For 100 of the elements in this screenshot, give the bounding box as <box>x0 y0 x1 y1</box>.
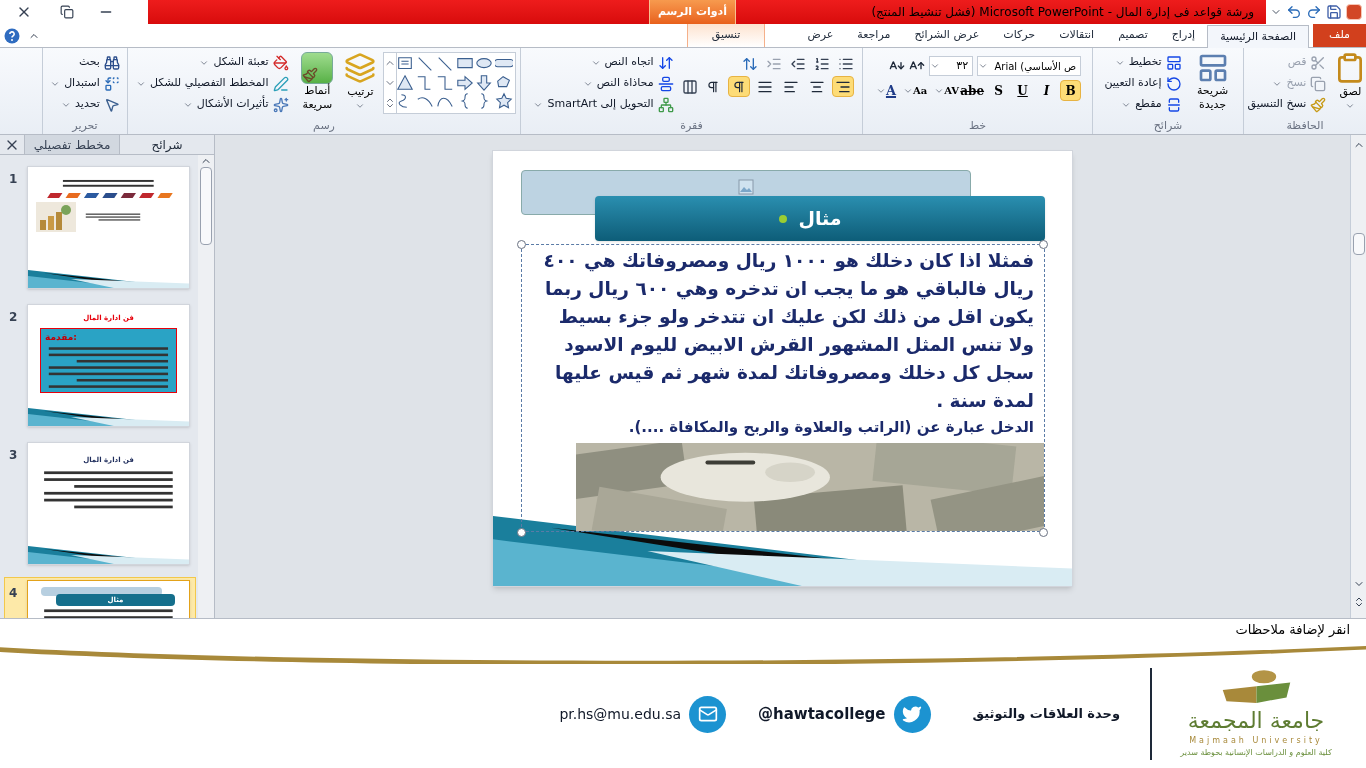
shape-icon[interactable] <box>416 55 434 73</box>
convert-smartart-button[interactable]: التحويل إلى SmartArt <box>529 94 678 115</box>
resize-handle[interactable] <box>1039 240 1048 249</box>
layout-button[interactable]: تخطيط <box>1100 52 1186 73</box>
quick-styles-button[interactable]: أنماط سريعة <box>296 52 339 112</box>
arrange-button[interactable]: ترتيب <box>342 52 379 111</box>
slide-thumbnail-row[interactable]: 1 <box>4 163 196 292</box>
resize-handle[interactable] <box>517 528 526 537</box>
ribbon-tab[interactable]: إدراج <box>1159 24 1208 47</box>
text-direction-button[interactable]: اتجاه النص <box>529 52 678 73</box>
slide-number: 1 <box>9 171 19 188</box>
reset-button[interactable]: إعادة التعيين <box>1100 73 1186 94</box>
align-button[interactable] <box>831 76 854 97</box>
resize-handle[interactable] <box>1039 528 1048 537</box>
ribbon-tab[interactable]: تنسيق <box>686 24 766 47</box>
body-paragraph: فمثلا اذا كان دخلك هو ١٠٠٠ ريال ومصروفاتك هي ٤٠٠ ريال فالباقي هو ما يجب ان تدخره وهي ٦٠٠ ريال ربما يكون اقل من ذلك لكن عليك ان تتدخر ولو جزء بسيط ولا تنس المثل المشهور القرش الابيض لليوم الاسود سجل كل دخلك ومصروفاتك لمدة شهر ثم قيس عليها لمدة سنة . <box>542 249 1034 413</box>
rotate-handle[interactable] <box>779 215 787 223</box>
format-toggle[interactable]: B <box>1060 80 1082 101</box>
resize-handle[interactable] <box>517 240 526 249</box>
convert-smartart-icon <box>657 96 674 113</box>
ribbon-tab[interactable]: ملف <box>1313 24 1366 47</box>
bullets-icon[interactable] <box>837 56 854 72</box>
slide-thumbnail[interactable] <box>27 166 190 289</box>
columns-icon[interactable] <box>681 78 698 95</box>
font-menu-button[interactable]: Aa <box>901 80 930 101</box>
scroll-thumb[interactable] <box>1352 233 1365 255</box>
save-icon[interactable] <box>1326 4 1342 20</box>
twitter-handle: @hawtacollege <box>758 703 886 725</box>
align-text-button[interactable]: محاذاة النص <box>529 73 678 94</box>
ribbon-tab[interactable]: تصميم <box>1106 24 1160 47</box>
shape-effects-button[interactable]: تأثيرات الأشكال <box>132 94 293 115</box>
shape-outline-button[interactable]: المخطط التفصيلي للشكل <box>132 73 293 94</box>
mail-icon <box>689 695 726 733</box>
replace-icon <box>103 75 120 92</box>
university-name-english: Majmaah University <box>1189 734 1323 747</box>
decrease-indent-icon[interactable] <box>789 56 806 72</box>
unit-name: وحدة العلاقات والتوثيق <box>972 705 1120 724</box>
ribbon-tab[interactable]: مراجعة <box>845 24 903 47</box>
format-toggle[interactable]: I <box>1036 80 1058 101</box>
help-icon[interactable] <box>4 27 20 44</box>
undo-icon[interactable] <box>1286 4 1302 20</box>
notes-field[interactable]: انقر لإضافة ملاحظات <box>0 618 1366 640</box>
body-paragraph: الدخل عبارة عن (الراتب والعلاوة والربح والمكافاة ....). <box>627 417 1034 438</box>
caret-icon <box>978 61 989 71</box>
section-icon <box>1165 96 1182 113</box>
ribbon-tab[interactable]: الصفحة الرئيسية <box>1207 25 1310 48</box>
shapes-gallery[interactable] <box>382 52 516 114</box>
layers-icon <box>344 52 377 84</box>
pilcrow-icon <box>705 79 720 94</box>
format-toggle[interactable]: S <box>988 80 1010 101</box>
shape-icon[interactable] <box>455 73 474 92</box>
window-title: ورشة قواعد فى إدارة المال - Microsoft PowerPoint (فشل تنشيط المنتج) <box>870 4 1255 22</box>
restore-icon[interactable] <box>60 5 74 19</box>
font-menu-button[interactable]: A <box>873 80 899 101</box>
shape-icon[interactable] <box>495 92 513 111</box>
font-size-field[interactable]: ٣٢ <box>929 56 974 76</box>
text-box[interactable] <box>521 244 1045 532</box>
quick-styles-icon <box>301 52 334 84</box>
group-label: فقرة <box>679 118 704 134</box>
thumbnail-text-lines <box>84 212 142 222</box>
university-name: جامعة المجمعة <box>1187 707 1325 735</box>
shape-icon[interactable] <box>435 73 454 92</box>
line-spacing-icon[interactable] <box>741 56 758 72</box>
copy-icon <box>1310 75 1327 92</box>
ribbon-tab[interactable]: عرض <box>795 24 846 47</box>
ribbon-tab[interactable]: عرض الشرائح <box>902 24 992 47</box>
find-button[interactable]: بحث <box>46 52 124 73</box>
ribbon-tab[interactable]: حركات <box>991 24 1048 47</box>
scroll-thumb[interactable] <box>200 167 212 245</box>
shape-fill-icon <box>272 54 289 71</box>
text-direction-button[interactable] <box>727 76 750 97</box>
scrollbar[interactable] <box>1350 135 1366 618</box>
replace-button[interactable]: استبدال <box>46 73 124 94</box>
group-label: شرائح <box>1152 118 1184 134</box>
slide-title: مثال <box>595 196 1045 241</box>
shape-effects-icon <box>272 96 289 113</box>
reset-icon <box>1165 75 1182 92</box>
select-icon <box>103 96 120 113</box>
redo-icon[interactable] <box>1306 4 1322 20</box>
powerpoint-logo-icon[interactable] <box>1346 4 1362 20</box>
ribbon-tab[interactable]: انتقالات <box>1047 24 1107 47</box>
font-name-field[interactable]: ص الأساسي) Arial <box>977 56 1082 76</box>
format-painter-icon <box>1310 96 1327 113</box>
numbering-icon[interactable] <box>813 56 830 72</box>
select-button[interactable]: تحديد <box>46 94 124 115</box>
shape-icon[interactable] <box>396 73 415 92</box>
caret-icon <box>930 61 941 71</box>
paste-button[interactable]: لصق <box>1334 52 1366 111</box>
format-toggle[interactable]: U <box>1012 80 1034 101</box>
pane-tab[interactable]: مخطط تفصيلي <box>24 135 120 154</box>
shape-icon[interactable] <box>475 73 494 92</box>
slide-number: 2 <box>9 309 19 326</box>
image-placeholder-icon <box>738 179 754 195</box>
shape-fill-button[interactable]: تعبئة الشكل <box>132 52 293 73</box>
pilcrow-icon <box>731 79 746 94</box>
section-button[interactable]: مقطع <box>1100 94 1186 115</box>
new-slide-button[interactable]: شريحة جديدة <box>1189 52 1236 112</box>
format-painter-button[interactable]: نسخ التنسيق <box>1243 94 1331 115</box>
cut-icon <box>1310 54 1327 71</box>
scrollbar[interactable] <box>198 155 214 618</box>
